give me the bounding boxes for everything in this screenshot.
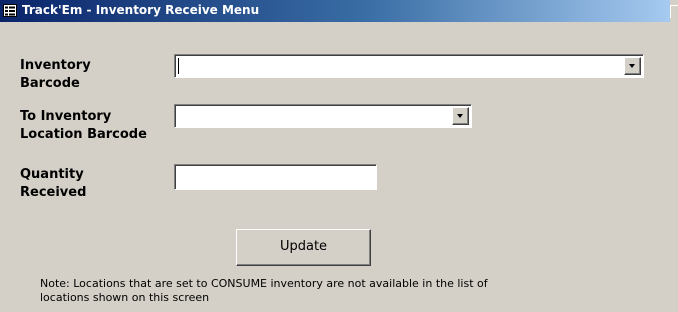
chevron-down-icon bbox=[457, 114, 463, 118]
locations-note: Note: Locations that are set to CONSUME … bbox=[40, 277, 560, 305]
text-cursor bbox=[178, 58, 179, 74]
note-line2: locations shown on this screen bbox=[40, 291, 210, 304]
inventory-receive-window: Track'Em - Inventory Receive Menu Invent… bbox=[0, 0, 678, 312]
title-bar[interactable]: Track'Em - Inventory Receive Menu bbox=[0, 0, 670, 22]
window-title: Track'Em - Inventory Receive Menu bbox=[22, 3, 260, 17]
quantity-received-input[interactable] bbox=[174, 164, 377, 190]
inventory-barcode-label-line1: Inventory bbox=[20, 58, 91, 73]
inventory-barcode-label-line2: Barcode bbox=[20, 76, 80, 91]
location-barcode-label-line1: To Inventory bbox=[20, 109, 112, 124]
location-barcode-label: To Inventory Location Barcode bbox=[20, 108, 147, 144]
inventory-barcode-label: Inventory Barcode bbox=[20, 57, 91, 93]
window-control-button[interactable] bbox=[670, 5, 678, 18]
inventory-barcode-combobox[interactable] bbox=[174, 54, 644, 78]
quantity-received-label-line1: Quantity bbox=[20, 167, 84, 182]
form-icon bbox=[3, 4, 17, 17]
location-barcode-dropdown-button[interactable] bbox=[452, 107, 469, 125]
chevron-down-icon bbox=[629, 64, 635, 68]
note-line1: Note: Locations that are set to CONSUME … bbox=[40, 277, 488, 290]
location-barcode-combobox[interactable] bbox=[174, 104, 472, 128]
quantity-received-label: Quantity Received bbox=[20, 166, 86, 202]
location-barcode-label-line2: Location Barcode bbox=[20, 127, 147, 142]
quantity-received-label-line2: Received bbox=[20, 185, 87, 200]
inventory-barcode-dropdown-button[interactable] bbox=[624, 57, 641, 75]
update-button[interactable]: Update bbox=[236, 229, 371, 266]
